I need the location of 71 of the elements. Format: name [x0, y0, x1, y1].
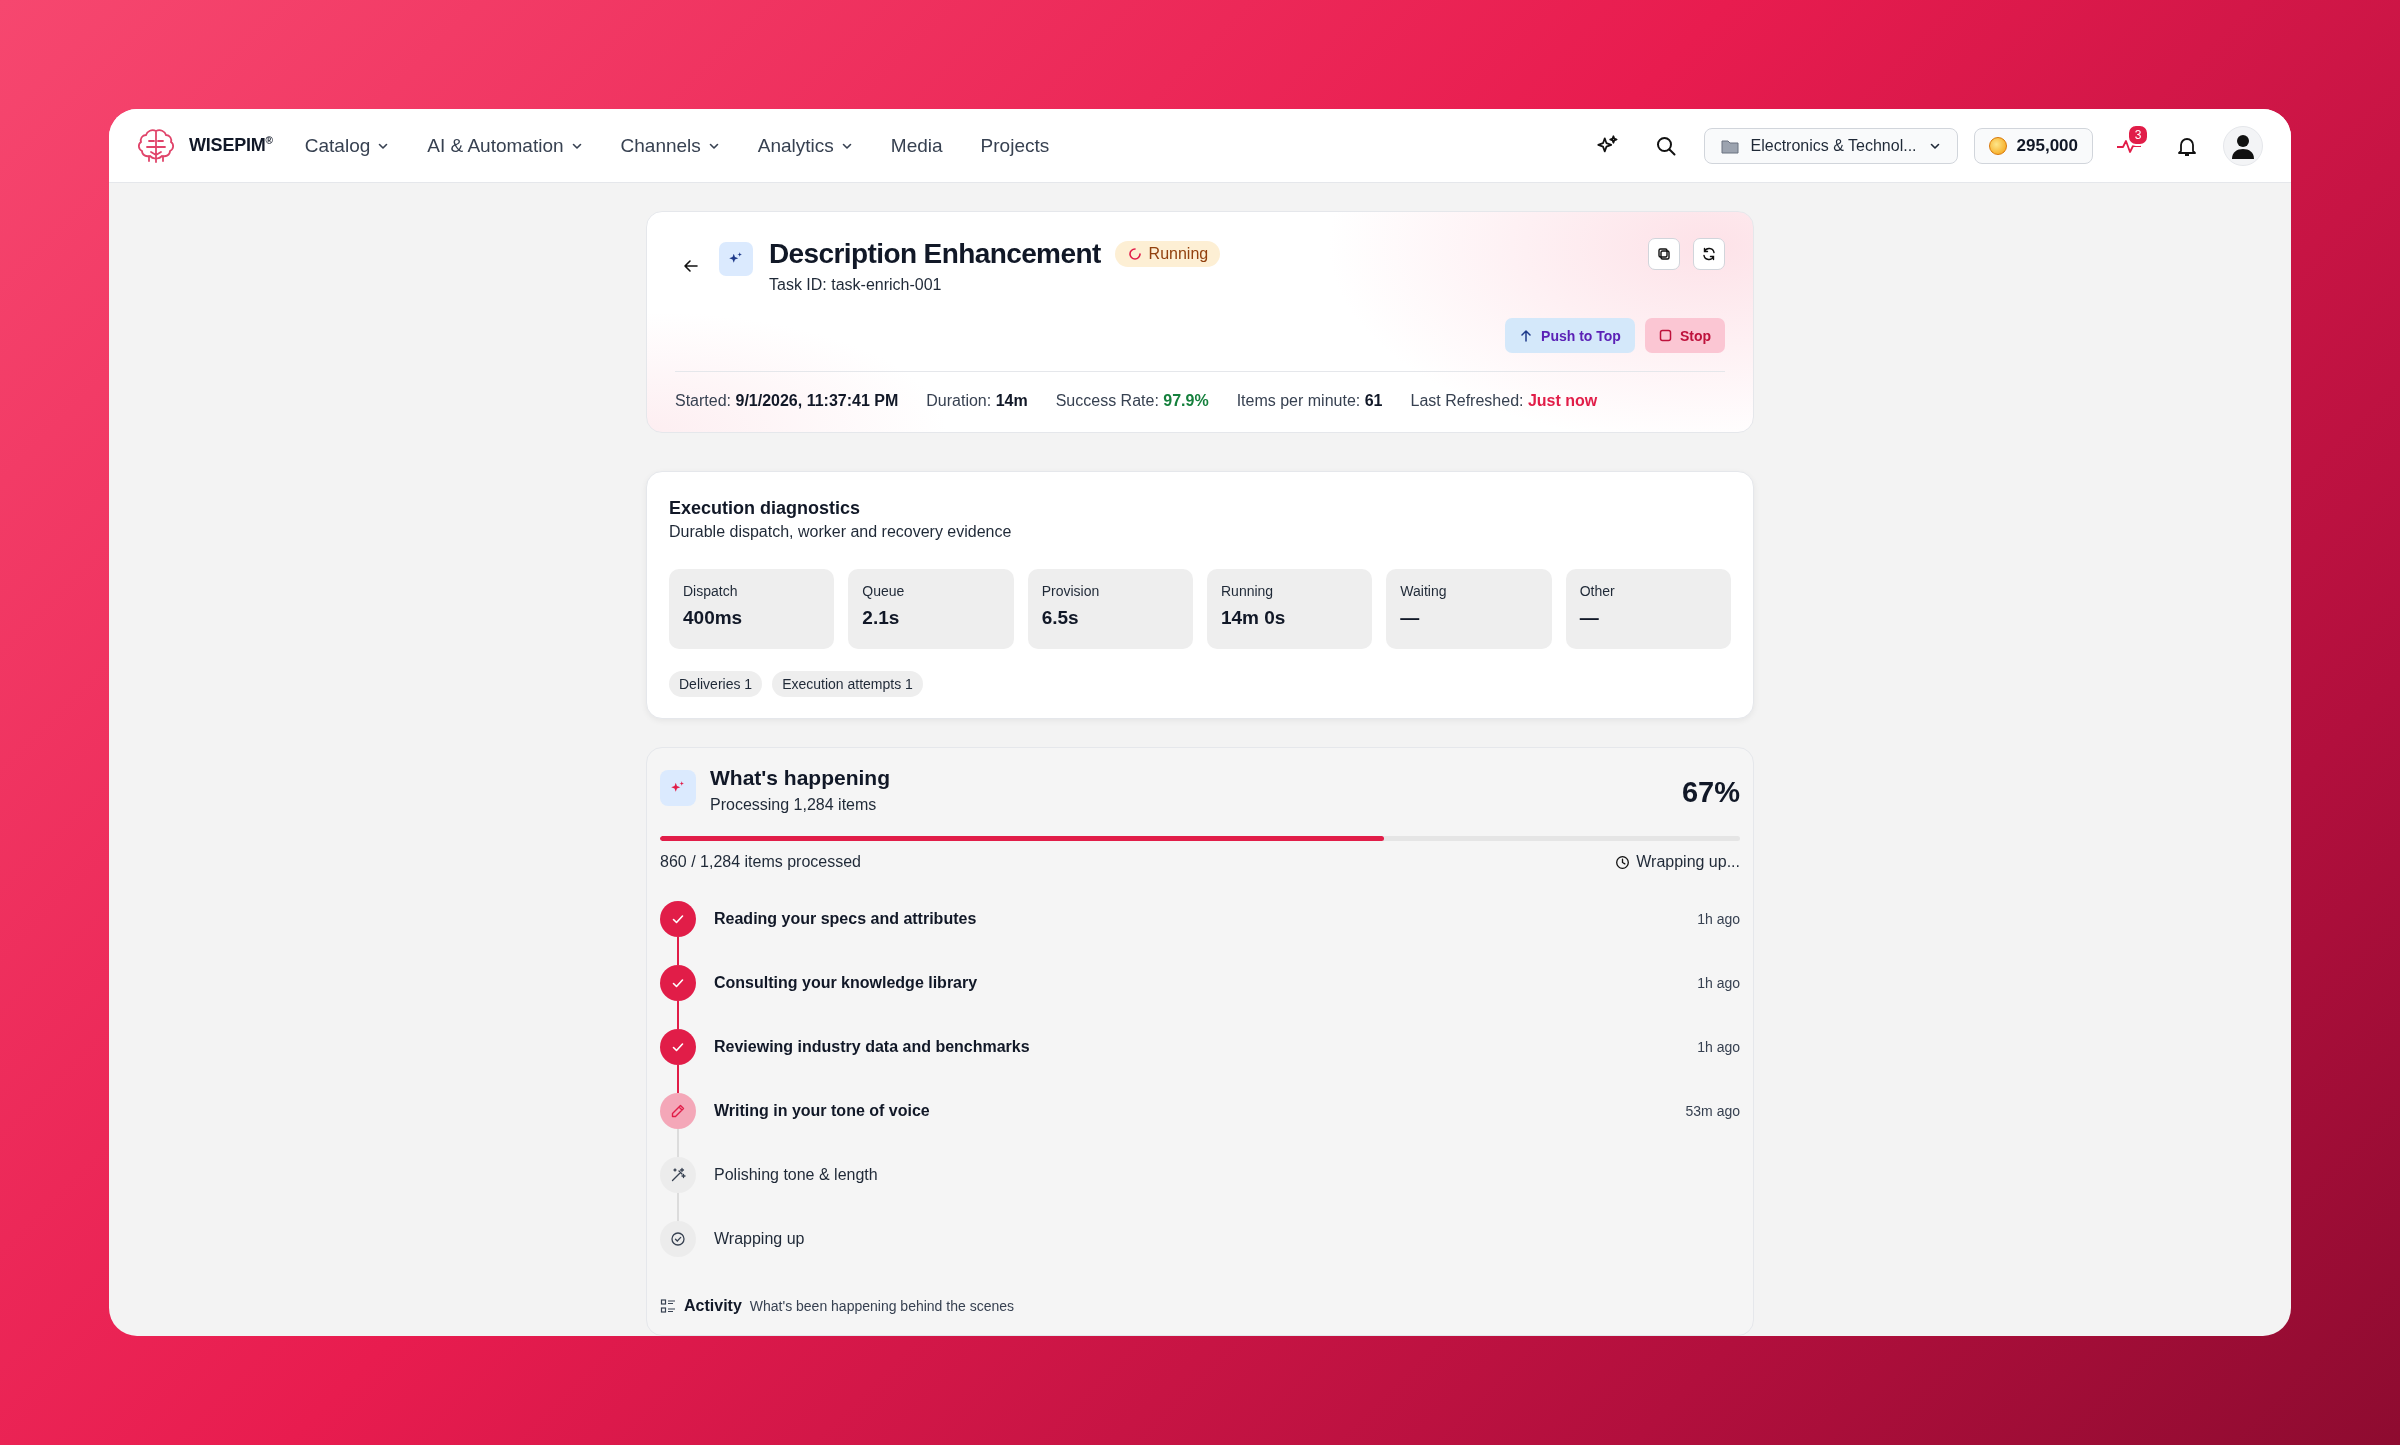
brain-logo-icon [137, 127, 175, 164]
stat-label: Running [1221, 583, 1275, 599]
stat-value: 14m 0s [1221, 607, 1287, 629]
stat-label: Other [1579, 583, 1616, 599]
clock-icon [1615, 854, 1631, 870]
nav-menu-item[interactable]: Channels [620, 134, 720, 157]
pencil-icon [670, 1103, 686, 1119]
stat-value: — [1579, 607, 1600, 629]
magic-wand-icon [670, 1167, 686, 1183]
stat-value: 6.5s [1041, 607, 1080, 629]
step-time: 1h ago [1697, 1039, 1740, 1055]
section-title: What's happening [710, 766, 890, 790]
notification-count: 3 [2127, 123, 2149, 146]
credits-balance[interactable]: 295,000 [1973, 127, 2093, 164]
task-stat: Started: 9/1/2026, 11:37:41 PM [675, 392, 899, 410]
task-stat: Last Refreshed: Just now [1410, 392, 1598, 410]
activity-subtitle: What's been happening behind the scenes [749, 1298, 1014, 1314]
activity-title: Activity [684, 1297, 742, 1315]
status-badge: Running [1114, 241, 1221, 267]
count-chip: Execution attempts 1 [772, 671, 923, 697]
stat-label: Waiting [1400, 583, 1448, 599]
step-label: Reading your specs and attributes [714, 910, 977, 928]
user-avatar[interactable] [2223, 125, 2263, 166]
stop-button[interactable]: Stop [1644, 318, 1725, 353]
refresh-icon [1701, 246, 1717, 262]
check-circle-icon [670, 1231, 686, 1247]
list-icon [660, 1298, 676, 1314]
push-to-top-button[interactable]: Push to Top [1505, 318, 1635, 353]
stat-label: Provision [1041, 583, 1101, 599]
folder-icon [1720, 137, 1739, 154]
stat-value: 400ms [683, 607, 744, 629]
step-time: 53m ago [1685, 1103, 1740, 1119]
stat-label: Dispatch [683, 583, 739, 599]
spinner-icon [1126, 246, 1143, 262]
step-time: 1h ago [1697, 911, 1740, 927]
workspace-selector[interactable]: Electronics & Technol... [1703, 127, 1958, 164]
arrow-left-icon [682, 257, 700, 275]
section-title: Execution diagnostics [669, 498, 862, 519]
task-stat: Items per minute: 61 [1236, 392, 1383, 410]
task-title: Description Enhancement [769, 238, 1101, 270]
section-subtitle: Processing 1,284 items [710, 796, 878, 814]
section-subtitle: Durable dispatch, worker and recovery evidence [669, 523, 1013, 541]
phase-label: Wrapping up... [1636, 853, 1740, 871]
step-time: 1h ago [1697, 975, 1740, 991]
progress-percent: 67% [1681, 776, 1740, 809]
task-id: Task ID: task-enrich-001 [769, 276, 943, 294]
step-label: Polishing tone & length [714, 1166, 878, 1184]
stat-value: — [1400, 607, 1421, 629]
copy-button[interactable] [1648, 238, 1680, 270]
step-label: Writing in your tone of voice [714, 1102, 930, 1120]
coin-icon [1988, 136, 2007, 155]
stat-value: 2.1s [862, 607, 901, 629]
copy-icon [1656, 246, 1672, 262]
activity-button[interactable]: 3 [2107, 123, 2151, 168]
items-processed: 860 / 1,284 items processed [660, 853, 861, 871]
task-stat: Success Rate: 97.9% [1055, 392, 1209, 410]
nav-menu-item[interactable]: Analytics [757, 134, 853, 157]
nav-menu-item[interactable]: Catalog [304, 134, 390, 157]
square-icon [1658, 329, 1672, 342]
step-label: Reviewing industry data and benchmarks [714, 1038, 1030, 1056]
refresh-button[interactable] [1693, 238, 1725, 270]
nav-menu-item[interactable]: Media [890, 134, 943, 157]
nav-menu-item[interactable]: Projects [980, 134, 1050, 157]
arrow-up-icon [1519, 328, 1534, 343]
task-stat: Duration: 14m [926, 392, 1028, 410]
nav-menu-item[interactable]: AI & Automation [427, 134, 583, 157]
brand-name: WISEPIM$^{®}$ [189, 135, 273, 156]
step-label: Consulting your knowledge library [714, 974, 978, 992]
stat-label: Queue [862, 583, 906, 599]
count-chip: Deliveries 1 [669, 671, 763, 697]
step-label: Wrapping up [714, 1230, 805, 1248]
